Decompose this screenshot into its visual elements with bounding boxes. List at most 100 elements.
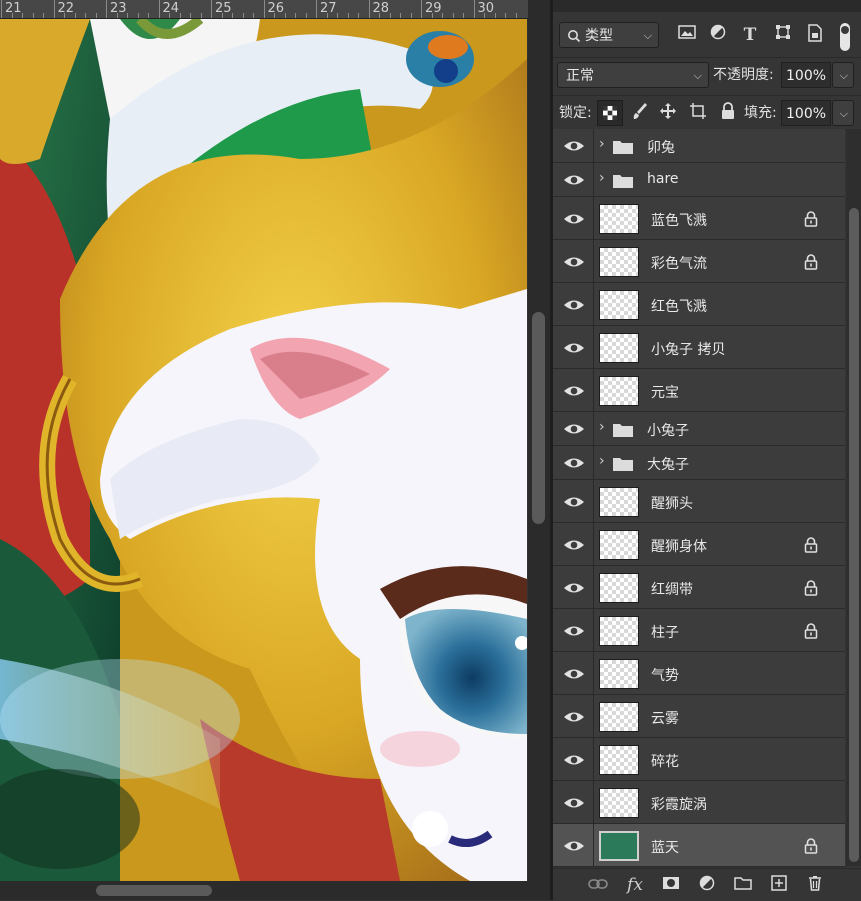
layer-row[interactable]: 蓝色飞溅: [553, 197, 845, 240]
row-divider: [593, 566, 594, 608]
layer-row[interactable]: 小兔子 拷贝: [553, 326, 845, 369]
chevron-right-icon[interactable]: ›: [599, 419, 605, 435]
canvas-horizontal-scrollbar[interactable]: [0, 881, 550, 900]
canvas-horizontal-scroll-thumb[interactable]: [96, 885, 212, 896]
layer-row[interactable]: 彩色气流: [553, 240, 845, 283]
chevron-right-icon[interactable]: ›: [599, 170, 605, 186]
visibility-eye-icon[interactable]: [563, 254, 585, 270]
document-canvas[interactable]: [0, 19, 527, 881]
layer-row[interactable]: 彩霞旋涡: [553, 781, 845, 824]
ruler-minor-tick: [515, 13, 517, 18]
lock-transparent-pixels-button[interactable]: [597, 100, 623, 126]
lock-position-icon[interactable]: [657, 102, 679, 124]
layer-row[interactable]: 云雾: [553, 695, 845, 738]
blend-mode-value: 正常: [566, 68, 594, 84]
canvas-vertical-scroll-thumb[interactable]: [532, 312, 545, 524]
shape-filter-icon[interactable]: [772, 24, 794, 46]
ruler-number: 25: [215, 1, 232, 16]
folder-icon: [613, 139, 633, 154]
fx-icon[interactable]: fx: [624, 875, 646, 895]
visibility-eye-icon[interactable]: [563, 666, 585, 682]
layer-group-row[interactable]: › 小兔子: [553, 412, 845, 446]
layers-scroll-thumb[interactable]: [849, 208, 859, 862]
layer-row[interactable]: 蓝天: [553, 824, 845, 867]
layer-kind-filter-dropdown[interactable]: 类型 ⌵: [559, 22, 659, 48]
ruler-minor-tick: [400, 13, 401, 18]
new-layer-icon[interactable]: [768, 875, 790, 895]
smart-object-filter-icon[interactable]: [804, 24, 826, 46]
fill-slider-toggle[interactable]: ⌵: [832, 100, 854, 126]
visibility-eye-icon[interactable]: [563, 421, 585, 437]
layer-row[interactable]: 红绸带: [553, 566, 845, 609]
visibility-eye-icon[interactable]: [563, 138, 585, 154]
visibility-eye-icon[interactable]: [563, 795, 585, 811]
ruler-minor-tick: [127, 13, 128, 18]
chevron-right-icon[interactable]: ›: [599, 136, 605, 152]
layer-row[interactable]: 红色飞溅: [553, 283, 845, 326]
visibility-eye-icon[interactable]: [563, 340, 585, 356]
layer-row[interactable]: 碎花: [553, 738, 845, 781]
row-divider: [593, 824, 594, 866]
ruler-minor-tick: [284, 13, 286, 18]
layer-thumbnail: [599, 529, 639, 560]
add-mask-icon[interactable]: [660, 875, 682, 895]
link-layers-icon[interactable]: [587, 875, 609, 895]
type-filter-icon[interactable]: T: [739, 24, 761, 46]
visibility-eye-icon[interactable]: [563, 383, 585, 399]
ruler-minor-tick: [347, 13, 349, 18]
visibility-eye-icon[interactable]: [563, 623, 585, 639]
row-divider: [593, 197, 594, 239]
ruler-number: 28: [372, 1, 390, 16]
layer-row[interactable]: 元宝: [553, 369, 845, 412]
ruler-minor-tick: [431, 13, 433, 18]
layer-thumbnail: [599, 615, 639, 646]
layer-group-row[interactable]: › hare: [553, 163, 845, 197]
lock-all-icon[interactable]: [717, 102, 739, 124]
layer-row[interactable]: 气势: [553, 652, 845, 695]
fill-input[interactable]: 100%: [781, 100, 831, 126]
visibility-eye-icon[interactable]: [563, 494, 585, 510]
layer-name: 彩色气流: [651, 255, 707, 272]
adjustment-filter-icon[interactable]: [707, 24, 729, 46]
row-divider: [593, 781, 594, 823]
layer-row[interactable]: 醒狮头: [553, 480, 845, 523]
adjustment-layer-icon[interactable]: [696, 875, 718, 895]
visibility-eye-icon[interactable]: [563, 211, 585, 227]
chevron-right-icon[interactable]: ›: [599, 453, 605, 469]
new-group-icon[interactable]: [732, 875, 754, 895]
delete-layer-icon[interactable]: [804, 875, 826, 895]
visibility-eye-icon[interactable]: [563, 172, 585, 188]
visibility-eye-icon[interactable]: [563, 297, 585, 313]
visibility-eye-icon[interactable]: [563, 709, 585, 725]
ruler-minor-tick: [74, 13, 76, 18]
blend-mode-dropdown[interactable]: 正常 ⌵: [557, 62, 709, 88]
opacity-slider-toggle[interactable]: ⌵: [832, 62, 854, 88]
visibility-eye-icon[interactable]: [563, 580, 585, 596]
filter-toggle[interactable]: [837, 22, 853, 52]
ruler-minor-tick: [137, 13, 139, 18]
ruler-minor-tick: [116, 13, 118, 18]
layer-group-row[interactable]: › 卯兔: [553, 129, 845, 163]
lock-artboard-icon[interactable]: [687, 102, 709, 124]
ruler-minor-tick: [95, 13, 97, 18]
ruler-minor-tick: [232, 13, 233, 18]
lock-image-pixels-icon[interactable]: [629, 102, 651, 124]
ruler-minor-tick: [442, 13, 443, 18]
image-filter-icon[interactable]: [676, 24, 698, 46]
row-divider: [593, 609, 594, 651]
layer-name: 小兔子 拷贝: [651, 341, 726, 358]
chevron-down-icon: ⌵: [839, 69, 848, 82]
layer-name: 元宝: [651, 384, 679, 401]
layer-row[interactable]: 柱子: [553, 609, 845, 652]
layer-group-row[interactable]: › 大兔子: [553, 446, 845, 480]
visibility-eye-icon[interactable]: [563, 455, 585, 471]
ruler-minor-tick: [337, 13, 338, 18]
visibility-eye-icon[interactable]: [563, 752, 585, 768]
visibility-eye-icon[interactable]: [563, 838, 585, 854]
visibility-eye-icon[interactable]: [563, 537, 585, 553]
layer-name: 醒狮身体: [651, 538, 707, 555]
layer-name: 柱子: [651, 624, 679, 641]
opacity-input[interactable]: 100%: [781, 62, 831, 88]
ruler-number: 22: [57, 1, 75, 16]
layer-row[interactable]: 醒狮身体: [553, 523, 845, 566]
